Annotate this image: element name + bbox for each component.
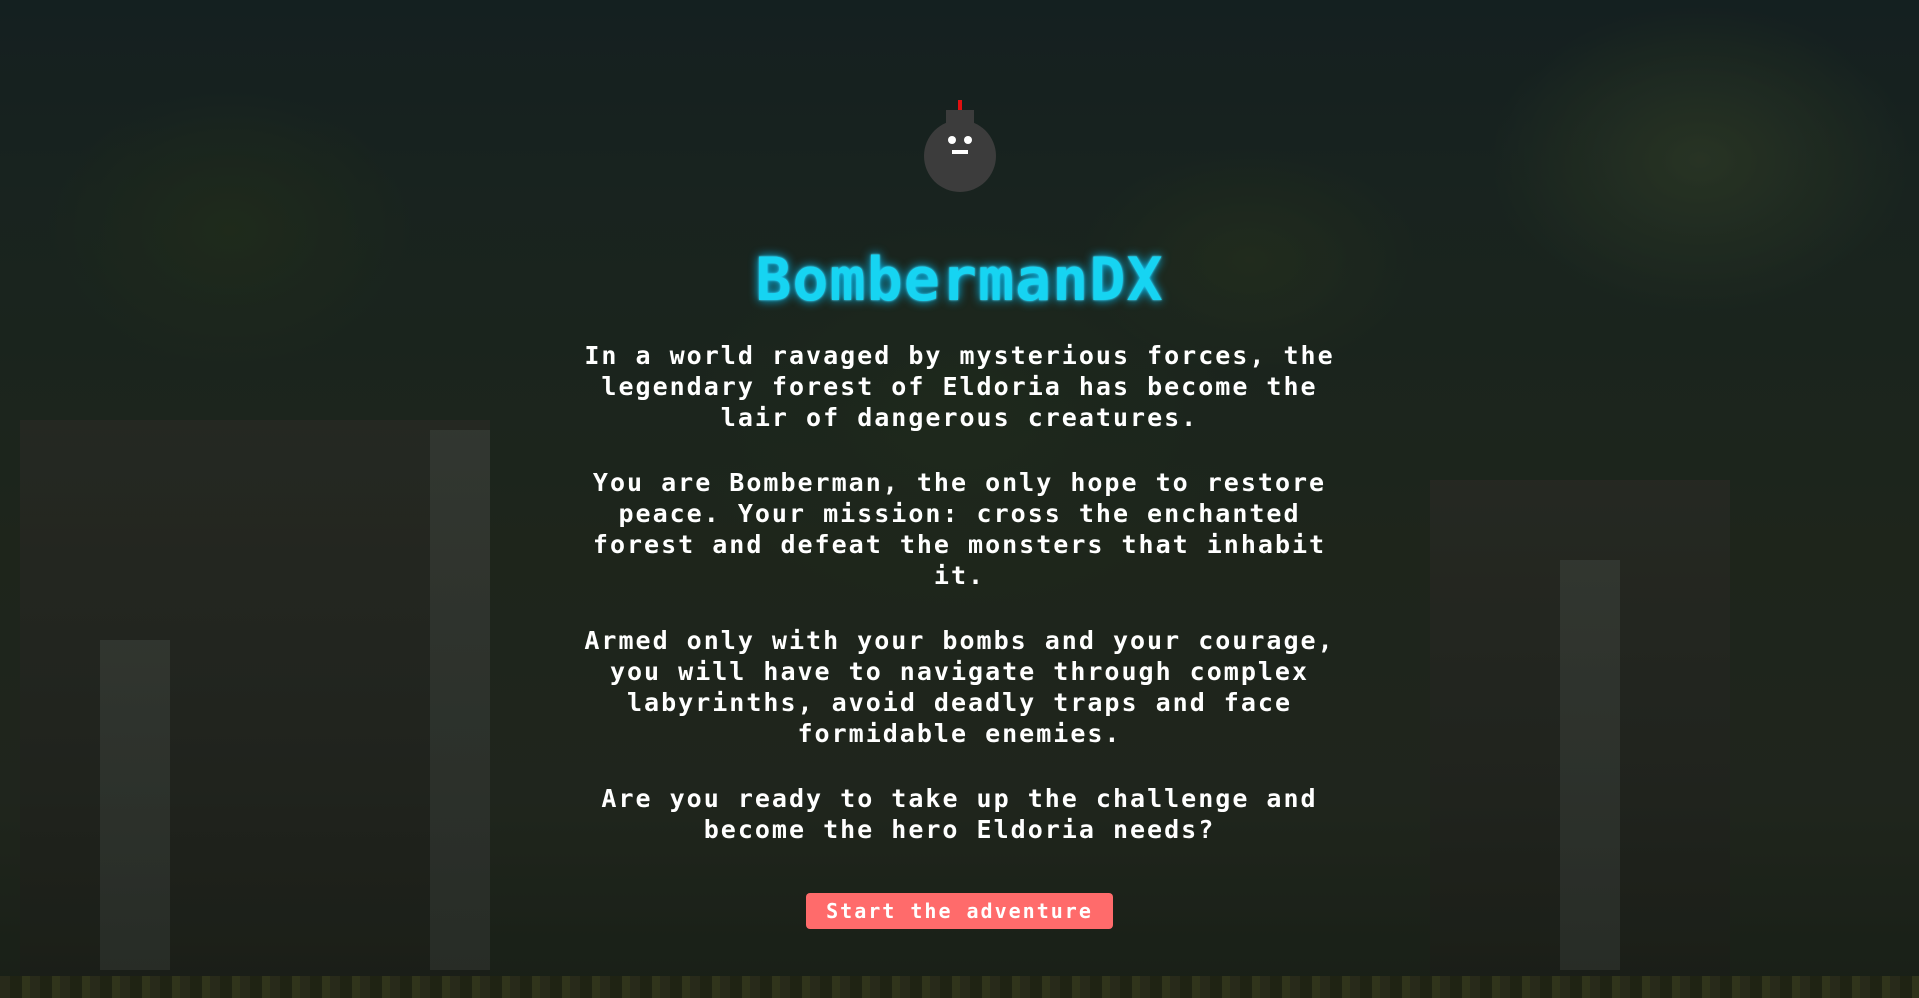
story-paragraph: You are Bomberman, the only hope to rest… — [592, 468, 1327, 590]
right-eye — [963, 136, 972, 144]
story-text: In a world ravaged by mysterious forces,… — [560, 340, 1360, 879]
story-paragraph: Armed only with your bombs and your cour… — [584, 626, 1335, 748]
story-paragraph: Are you ready to take up the challenge a… — [601, 784, 1318, 844]
story-paragraph: In a world ravaged by mysterious forces,… — [584, 341, 1335, 432]
left-eye — [947, 136, 956, 144]
game-title: BombermanDX — [755, 245, 1164, 315]
bomb-icon — [923, 100, 996, 192]
mouth — [951, 150, 968, 154]
intro-screen: BombermanDX In a world ravaged by myster… — [0, 0, 1919, 929]
bomb-body — [923, 120, 996, 192]
start-adventure-button[interactable]: Start the adventure — [806, 893, 1113, 929]
